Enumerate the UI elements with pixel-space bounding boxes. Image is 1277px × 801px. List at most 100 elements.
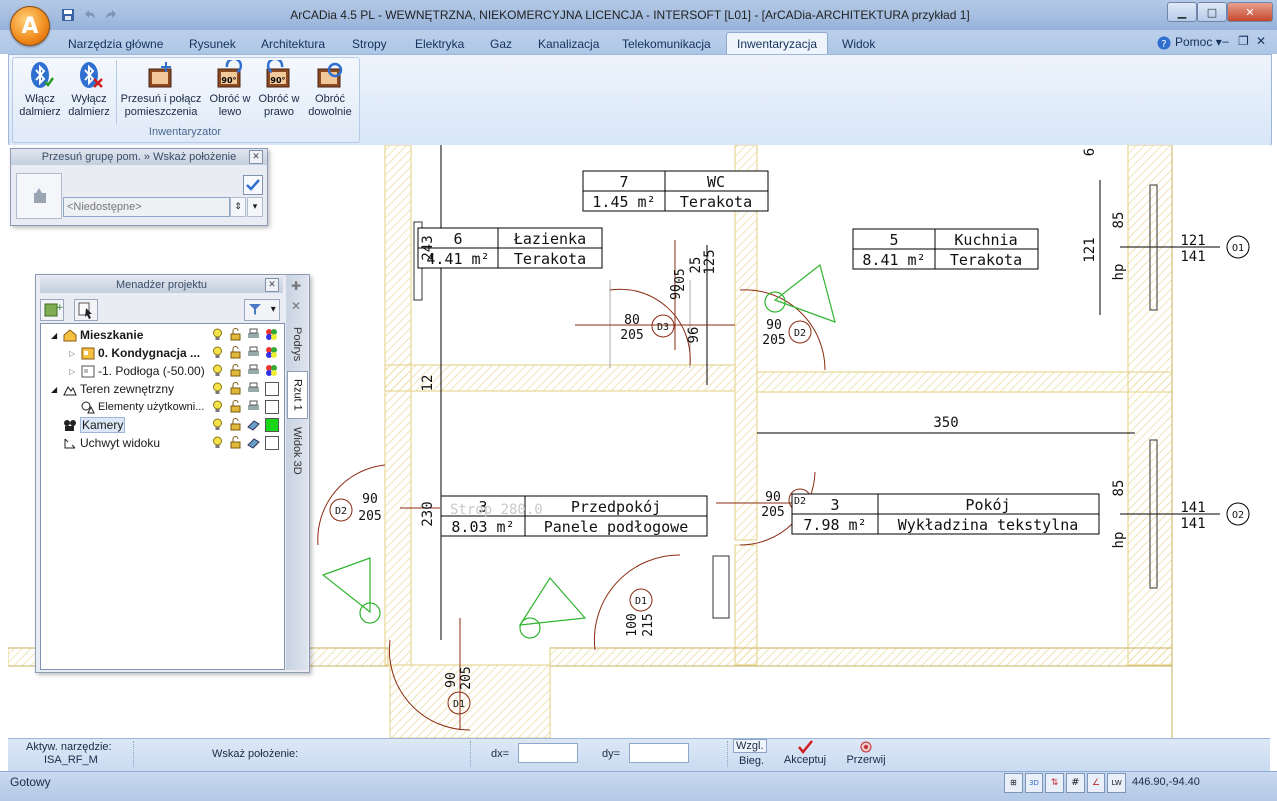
door-width: 80 (624, 313, 640, 328)
collapse-arrow-icon[interactable]: ◢ (51, 331, 63, 340)
add-level-button[interactable]: + (40, 299, 64, 321)
2d-view-toggle[interactable]: ⊞ (1004, 773, 1023, 793)
dropdown-spin-button[interactable]: ⇕ (230, 197, 246, 217)
accept-button[interactable]: Akceptuj (780, 740, 830, 768)
color-palette-icon[interactable] (265, 346, 278, 359)
lock-icon[interactable] (229, 382, 242, 395)
color-palette-icon[interactable] (265, 364, 278, 377)
lock-icon[interactable] (229, 364, 242, 377)
save-icon[interactable] (60, 7, 76, 23)
application-menu-button[interactable]: A (10, 6, 50, 46)
dropdown-arrow-button[interactable]: ▾ (247, 197, 263, 217)
confirm-checkbox[interactable] (243, 175, 263, 195)
close-panel-button[interactable]: ✕ (249, 150, 263, 164)
print-icon[interactable] (247, 364, 260, 377)
visibility-bulb-icon[interactable] (211, 382, 224, 395)
color-swatch[interactable] (265, 382, 279, 396)
rotate-right-button[interactable]: 90° Obróć w prawo (255, 60, 303, 124)
lock-icon[interactable] (229, 346, 242, 359)
help-menu[interactable]: Pomoc ▾ (1175, 35, 1222, 49)
dx-input[interactable] (518, 743, 578, 763)
color-swatch[interactable] (265, 400, 279, 414)
close-side-icon[interactable]: ✕ (291, 299, 301, 313)
redo-icon[interactable] (103, 7, 119, 23)
tab-architektura[interactable]: Architektura (251, 33, 335, 54)
print-icon[interactable] (247, 382, 260, 395)
polar-toggle[interactable]: Bieg. (739, 755, 764, 767)
print-icon[interactable] (247, 346, 260, 359)
pin-icon[interactable]: ✚ (291, 279, 301, 293)
tree-item-label: Uchwyt widoku (80, 436, 161, 450)
relative-toggle[interactable]: Wzgl. (733, 739, 767, 753)
undo-icon[interactable] (82, 7, 98, 23)
tab-widok[interactable]: Widok (832, 33, 885, 54)
tree-item-kamery[interactable]: Kamery (63, 416, 126, 434)
help-icon[interactable]: ? (1157, 36, 1171, 50)
tab-narzedzia-glowne[interactable]: Narzędzia główne (58, 33, 173, 54)
select-tool-button[interactable] (74, 299, 98, 321)
expand-arrow-icon[interactable]: ▷ (69, 349, 81, 358)
collapse-arrow-icon[interactable]: ◢ (51, 385, 63, 394)
rotate-free-button[interactable]: Obróć dowolnie (304, 60, 356, 124)
tree-item-uchwyt-widoku[interactable]: Uchwyt widoku (63, 434, 160, 452)
tab-stropy[interactable]: Stropy (342, 33, 397, 54)
tab-elektryka[interactable]: Elektryka (405, 33, 474, 54)
rotate-left-button[interactable]: 90° Obróć w lewo (205, 60, 255, 124)
visibility-bulb-icon[interactable] (211, 436, 224, 449)
cancel-button[interactable]: Przerwij (842, 740, 890, 768)
tree-item-podloga[interactable]: ▷ -1. Podłoga (-50.00) (69, 362, 205, 380)
lock-icon[interactable] (229, 400, 242, 413)
tab-kanalizacja[interactable]: Kanalizacja (528, 33, 609, 54)
tree-item-teren[interactable]: ◢ Teren zewnętrzny (51, 380, 174, 398)
mdi-minimize-button[interactable]: – (1222, 34, 1229, 48)
tab-rysunek[interactable]: Rysunek (179, 33, 246, 54)
grid-toggle[interactable]: # (1066, 773, 1085, 793)
door-width: 100 (625, 613, 640, 636)
visibility-bulb-icon[interactable] (211, 418, 224, 431)
print-icon[interactable] (247, 400, 260, 413)
tree-item-kondygnacja-0[interactable]: ▷ 0. Kondygnacja ... (69, 344, 200, 362)
room-name: Łazienka (513, 230, 586, 248)
lock-icon[interactable] (229, 418, 242, 431)
dimension-hp: hp (1111, 264, 1127, 281)
maximize-button[interactable]: □ (1197, 2, 1227, 22)
tab-inwentaryzacja[interactable]: Inwentaryzacja (726, 32, 829, 54)
color-swatch[interactable] (265, 436, 279, 450)
tab-telekomunikacja[interactable]: Telekomunikacja (612, 33, 721, 54)
side-tab-rzut-1[interactable]: Rzut 1 (287, 371, 308, 419)
tab-gaz[interactable]: Gaz (480, 33, 522, 54)
tree-item-mieszkanie[interactable]: ◢ Mieszkanie (51, 326, 143, 344)
3d-view-toggle[interactable]: 3D (1024, 773, 1044, 793)
visibility-bulb-icon[interactable] (211, 346, 224, 359)
ortho-toggle[interactable]: ⇅ (1045, 773, 1065, 793)
side-tab-podrys[interactable]: Podrys (287, 319, 307, 369)
lock-icon[interactable] (229, 328, 242, 341)
disable-rangefinder-button[interactable]: Wyłącz dalmierz (65, 60, 113, 124)
visibility-bulb-icon[interactable] (211, 364, 224, 377)
color-palette-icon[interactable] (265, 328, 278, 341)
move-merge-rooms-button[interactable]: Przesuń i połącz pomieszczenia (118, 60, 204, 124)
enable-rangefinder-button[interactable]: Włącz dalmierz (16, 60, 64, 124)
close-button[interactable]: ✕ (1227, 2, 1273, 22)
door-width: 90 (362, 492, 378, 507)
minimize-button[interactable]: ▁ (1167, 2, 1197, 22)
mdi-restore-button[interactable]: ❐ (1238, 34, 1249, 48)
visibility-bulb-icon[interactable] (211, 400, 224, 413)
position-dropdown[interactable]: <Niedostępne> (63, 197, 230, 217)
pick-group-button[interactable] (16, 173, 62, 219)
color-swatch-green[interactable] (265, 418, 279, 432)
eraser-icon[interactable] (247, 436, 260, 449)
print-icon[interactable] (247, 328, 260, 341)
expand-arrow-icon[interactable]: ▷ (69, 367, 81, 376)
tree-item-elementy[interactable]: Elementy użytkowni... (81, 398, 204, 416)
lineweight-toggle[interactable]: LW (1107, 773, 1127, 793)
close-panel-button[interactable]: ✕ (265, 278, 279, 292)
eraser-icon[interactable] (247, 418, 260, 431)
room-number: 7 (619, 173, 628, 191)
side-tab-widok-3d[interactable]: Widok 3D (287, 421, 307, 481)
visibility-bulb-icon[interactable] (211, 328, 224, 341)
dy-input[interactable] (629, 743, 689, 763)
mdi-close-button[interactable]: ✕ (1256, 34, 1266, 48)
lock-icon[interactable] (229, 436, 242, 449)
angle-snap-toggle[interactable]: ∠ (1086, 773, 1106, 793)
